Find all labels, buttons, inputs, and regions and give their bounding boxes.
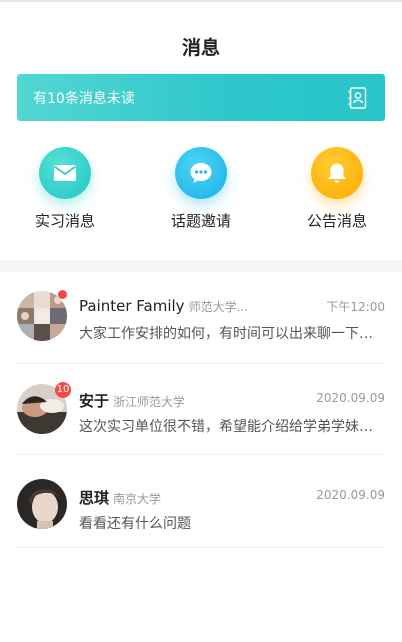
message-row[interactable]: 10 安于 浙江师范大学 2020.09.09 这次实习单位很不错，希望能介绍给学…	[17, 364, 385, 455]
message-preview: 这次实习单位很不错，希望能介绍给学弟学妹…	[79, 419, 373, 435]
category-internship[interactable]: 实习消息	[10, 147, 120, 231]
unread-banner[interactable]: 有10条消息未读	[17, 74, 385, 121]
message-row[interactable]: 思琪 南京大学 2020.09.09 看看还有什么问题	[17, 455, 385, 548]
category-label: 话题邀请	[170, 212, 231, 230]
message-row[interactable]: Painter Family 师范大学... 下午12:00 大家工作安排的如何，…	[17, 273, 385, 364]
category-topic[interactable]: 话题邀请	[146, 147, 256, 231]
unread-banner-text: 有10条消息未读	[33, 91, 135, 107]
unread-count-badge: 10	[55, 382, 71, 398]
sender-name: 安于	[79, 392, 110, 410]
category-bar: 实习消息 话题邀请 公告消息	[0, 147, 402, 239]
sender-school: 南京大学	[113, 492, 162, 506]
section-divider	[0, 260, 402, 272]
message-preview: 看看还有什么问题	[79, 516, 191, 532]
message-time: 2020.09.09	[316, 488, 385, 502]
user-avatar	[17, 479, 67, 529]
category-label: 实习消息	[34, 212, 95, 230]
bell-icon	[311, 147, 363, 199]
category-label: 公告消息	[306, 212, 367, 230]
unread-dot	[58, 290, 67, 299]
page-title: 消息	[181, 37, 220, 59]
sender-name: Painter Family	[79, 297, 185, 315]
sender-name-line: Painter Family 师范大学...	[79, 297, 248, 315]
envelope-icon	[39, 147, 91, 199]
message-preview: 大家工作安排的如何，有时间可以出来聊一下…	[79, 326, 373, 342]
chat-bubble-icon	[175, 147, 227, 199]
category-announcement[interactable]: 公告消息	[282, 147, 392, 231]
message-time: 2020.09.09	[316, 391, 385, 405]
contacts-icon[interactable]	[348, 87, 368, 109]
message-time: 下午12:00	[326, 300, 385, 314]
sender-school: 师范大学...	[188, 300, 249, 314]
sender-name: 思琪	[79, 489, 110, 507]
sender-school: 浙江师范大学	[113, 395, 186, 409]
sender-name-line: 思琪 南京大学	[79, 487, 161, 508]
top-divider	[0, 0, 402, 2]
sender-name-line: 安于 浙江师范大学	[79, 390, 185, 411]
